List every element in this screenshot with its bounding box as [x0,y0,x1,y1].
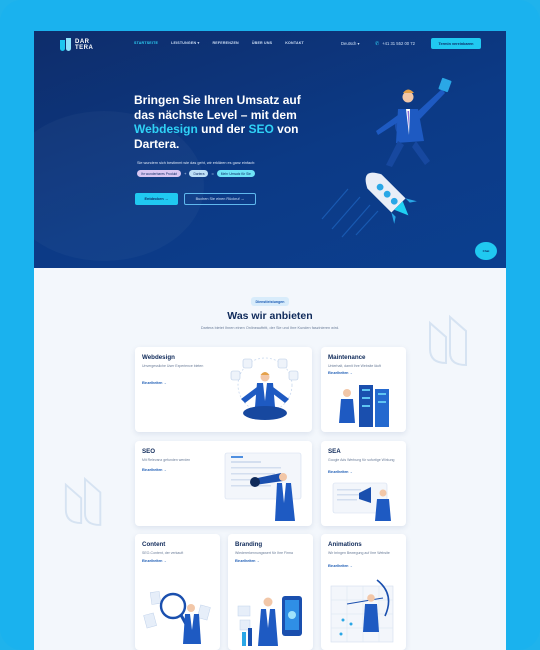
card-title: Animations [328,541,362,548]
tag-product: Ihr wunderbares Produkt [137,170,182,177]
section-subtitle: Dartera bietet Ihnen einen Onlineauftrit… [200,326,340,330]
section-badge: Dienstleistungen [251,297,289,306]
magnifier-man-illustration [143,591,211,644]
callback-button[interactable]: Buchen Sie einen Rückruf → [184,193,256,205]
phone-link[interactable]: ✆ +41 31 552 00 72 [375,41,415,47]
main-nav: STARTSEITE LEISTUNGEN ▾ REFERENZEN ÜBER … [134,41,304,45]
service-card-branding[interactable]: Branding Wiedererkennungswert für Ihre F… [228,534,313,650]
section-title: Was wir anbieten [227,310,313,322]
card-link[interactable]: Einzelheiten → [328,371,353,375]
phone-icon: ✆ [375,41,380,47]
nav-item-startseite[interactable]: STARTSEITE [134,41,158,45]
megaphone-man-illustration [332,482,391,521]
phone-man-illustration [237,596,302,646]
server-illustration [339,385,389,427]
logo-icon [60,38,71,51]
tag-revenue: Mehr Umsatz für Sie [216,170,255,177]
archer-man-illustration [330,579,394,643]
card-description: Google Ads Werbung für sofortige Wirkung [328,458,395,462]
nav-item-ueber-uns[interactable]: ÜBER UNS [252,41,272,45]
service-card-maintenance[interactable]: Maintenance Unterhalt, damit Ihre Websit… [321,347,406,432]
card-title: Webdesign [142,354,175,361]
logo[interactable]: DAR TERA [60,38,93,51]
card-link[interactable]: Einzelheiten → [328,564,353,568]
card-link[interactable]: Einzelheiten → [328,470,353,474]
card-description: Mit Relevanz gefunden werden [142,458,191,462]
meditating-man-illustration [230,357,299,420]
nav-item-referenzen[interactable]: REFERENZEN [212,41,238,45]
service-card-sea[interactable]: SEA Google Ads Werbung für sofortige Wir… [321,441,406,526]
hero-section: DAR TERA STARTSEITE LEISTUNGEN ▾ REFEREN… [34,31,506,268]
card-description: Wiedererkennungswert für Ihre Firma [235,551,293,555]
telescope-man-illustration [224,452,302,521]
hero-equation: Ihr wunderbares Produkt + Dartera = Mehr… [137,170,255,177]
card-link[interactable]: Einzelheiten → [142,381,167,385]
service-card-content[interactable]: Content SEO-Content, der verkauft Einzel… [135,534,220,650]
nav-item-leistungen[interactable]: LEISTUNGEN ▾ [171,41,199,45]
decorative-logo-icon-2 [64,476,102,526]
card-description: Unvergessliche User Experience bieten [142,364,204,368]
phone-number: +41 31 552 00 72 [382,41,415,46]
card-link[interactable]: Einzelheiten → [142,559,167,563]
card-description: Wir bringen Bewegung auf Ihre Website [328,551,390,555]
rocket-businessman-illustration [321,77,452,238]
service-card-animations[interactable]: Animations Wir bringen Bewegung auf Ihre… [321,534,406,650]
card-title: SEA [328,448,341,455]
card-link[interactable]: Einzelheiten → [235,559,260,563]
device-frame: DAR TERA STARTSEITE LEISTUNGEN ▾ REFEREN… [0,0,540,650]
hero-subtitle: Sie wundern sich bestimmt wie das geht, … [137,161,256,165]
website-page: DAR TERA STARTSEITE LEISTUNGEN ▾ REFEREN… [34,31,506,650]
card-title: Branding [235,541,263,548]
card-description: SEO-Content, der verkauft [142,551,184,555]
service-card-webdesign[interactable]: Webdesign Unvergessliche User Experience… [135,347,312,432]
card-title: SEO [142,448,156,455]
hero-title: Bringen Sie Ihren Umsatz auf das nächste… [134,93,301,151]
nav-item-kontakt[interactable]: KONTAKT [285,41,304,45]
card-title: Maintenance [328,354,366,361]
card-description: Unterhalt, damit Ihre Website läuft [328,364,381,368]
card-title: Content [142,541,166,548]
appointment-button[interactable]: Termin vereinbaren [431,38,481,49]
chat-widget-button[interactable]: Chat [475,242,497,260]
card-link[interactable]: Einzelheiten → [142,468,167,472]
language-select[interactable]: Deutsch ▾ [341,41,360,46]
discover-button[interactable]: Entdecken → [135,193,178,205]
logo-line2: TERA [75,44,94,51]
tag-dartera: Dartera [189,170,209,177]
service-card-seo[interactable]: SEO Mit Relevanz gefunden werden Einzelh… [135,441,312,526]
